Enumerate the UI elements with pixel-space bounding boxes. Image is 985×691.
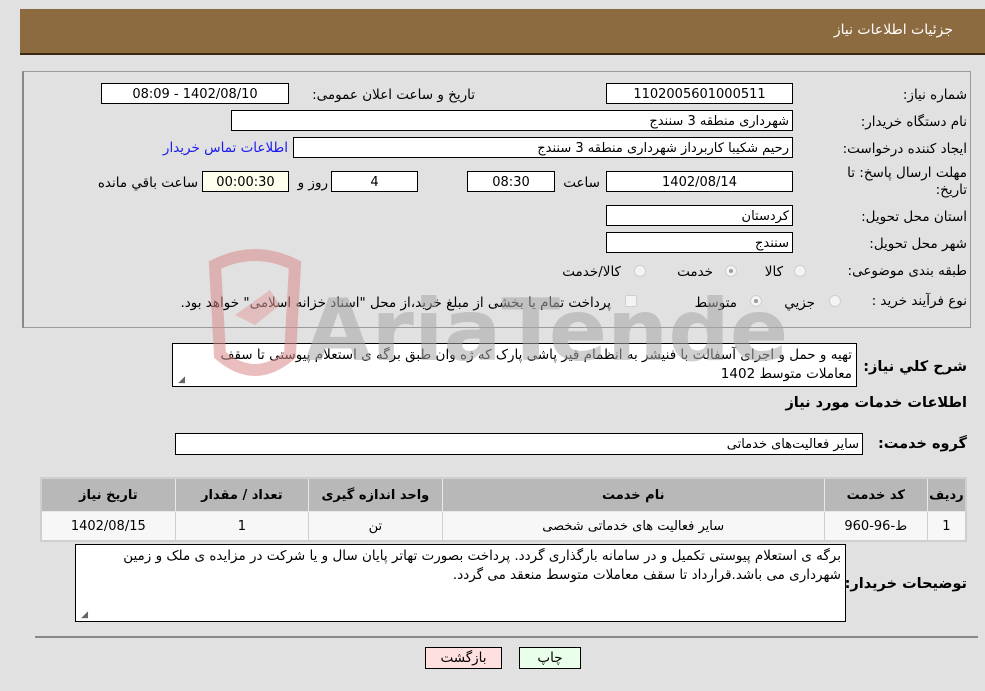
buyer-org-label: نام دستگاه خریدار: <box>860 114 967 130</box>
resize-grip-icon[interactable]: ◢ <box>175 375 185 385</box>
page-header: جزئیات اطلاعات نیاز <box>20 9 985 55</box>
cell-unit: تن <box>308 511 443 542</box>
remaining-days-field: 4 <box>331 171 418 192</box>
category-option-goods-service: کالا/خدمت <box>562 264 621 280</box>
description-textarea[interactable]: تهیه و حمل و اجرای آسفالت با فنیشر به ان… <box>172 343 857 387</box>
treasury-checkbox[interactable] <box>625 295 637 307</box>
category-radio-goods[interactable] <box>794 265 806 277</box>
buyer-notes-textarea[interactable]: برگه ی استعلام پیوستی تکمیل و در سامانه … <box>75 544 846 622</box>
days-label: روز و <box>297 175 328 191</box>
buyer-notes-label: توضیحات خریدار: <box>844 576 967 592</box>
service-group-field: سایر فعالیت‌های خدماتی <box>175 433 863 455</box>
buyer-notes-text: برگه ی استعلام پیوستی تکمیل و در سامانه … <box>123 548 841 583</box>
announce-datetime-label: تاریخ و ساعت اعلان عمومی: <box>312 87 475 103</box>
purchase-option-minor: جزيي <box>784 295 815 311</box>
category-label: طبقه بندی موضوعی: <box>847 263 967 279</box>
description-text: تهیه و حمل و اجرای آسفالت با فنیشر به ان… <box>220 347 853 382</box>
remaining-time-field: 00:00:30 <box>202 171 289 192</box>
col-service-name: نام خدمت <box>441 477 825 512</box>
col-quantity: تعداد / مقدار <box>174 477 310 512</box>
province-label: استان محل تحویل: <box>861 209 967 225</box>
back-button[interactable]: بازگشت <box>425 647 502 669</box>
table-row: 1 ط-96-960 سایر فعالیت های خدماتی شخصی ت… <box>40 511 967 542</box>
requester-field: رحیم شکیبا کاربرداز شهرداری منطقه 3 سنند… <box>293 137 793 158</box>
announce-datetime-field: 1402/08/10 - 08:09 <box>101 83 289 104</box>
col-unit: واحد اندازه گیری <box>308 477 443 512</box>
col-service-code: کد خدمت <box>823 477 928 512</box>
category-option-service: خدمت <box>677 264 713 280</box>
treasury-note: پرداخت تمام یا بخشی از مبلغ خرید،از محل … <box>180 295 611 311</box>
cell-row: 1 <box>926 511 967 542</box>
city-field: سنندج <box>606 232 793 253</box>
col-need-date: تاریخ نیاز <box>40 477 176 512</box>
service-group-label: گروه خدمت: <box>877 436 967 452</box>
description-label: شرح كلي نياز: <box>863 359 967 375</box>
resize-grip-icon[interactable]: ◢ <box>78 610 88 620</box>
cell-need-date: 1402/08/15 <box>40 511 176 542</box>
category-radio-service[interactable] <box>725 265 737 277</box>
deadline-label: مهلت ارسال پاسخ: تا تاریخ: <box>847 165 967 198</box>
buyer-contact-link[interactable]: اطلاعات تماس خریدار <box>163 140 288 156</box>
need-number-label: شماره نیاز: <box>902 87 967 103</box>
category-option-goods: کالا <box>764 264 783 280</box>
services-table: ردیف کد خدمت نام خدمت واحد اندازه گیری ت… <box>40 477 967 542</box>
deadline-time-field: 08:30 <box>467 171 555 192</box>
need-number-field: 1102005601000511 <box>606 83 793 104</box>
purchase-option-medium: متوسط <box>694 295 737 311</box>
remaining-time-label: ساعت باقي مانده <box>97 175 198 191</box>
services-section-title: اطلاعات خدمات مورد نیاز <box>785 395 967 411</box>
purchase-radio-medium[interactable] <box>750 295 762 307</box>
col-row: ردیف <box>926 477 967 512</box>
deadline-time-label: ساعت <box>563 175 600 191</box>
deadline-date-field: 1402/08/14 <box>606 171 793 192</box>
buyer-org-field: شهرداری منطقه 3 سنندج <box>231 110 793 131</box>
table-header-row: ردیف کد خدمت نام خدمت واحد اندازه گیری ت… <box>40 477 967 512</box>
print-button[interactable]: چاپ <box>519 647 581 669</box>
cell-quantity: 1 <box>174 511 310 542</box>
province-field: کردستان <box>606 205 793 226</box>
requester-label: ایجاد کننده درخواست: <box>842 141 967 157</box>
page-title: جزئیات اطلاعات نیاز <box>833 22 953 38</box>
cell-service-name: سایر فعالیت های خدماتی شخصی <box>441 511 825 542</box>
city-label: شهر محل تحویل: <box>869 236 967 252</box>
purchase-radio-minor[interactable] <box>829 295 841 307</box>
purchase-type-label: نوع فرآیند خرید : <box>871 293 967 309</box>
cell-service-code: ط-96-960 <box>823 511 928 542</box>
category-radio-goods-service[interactable] <box>634 265 646 277</box>
